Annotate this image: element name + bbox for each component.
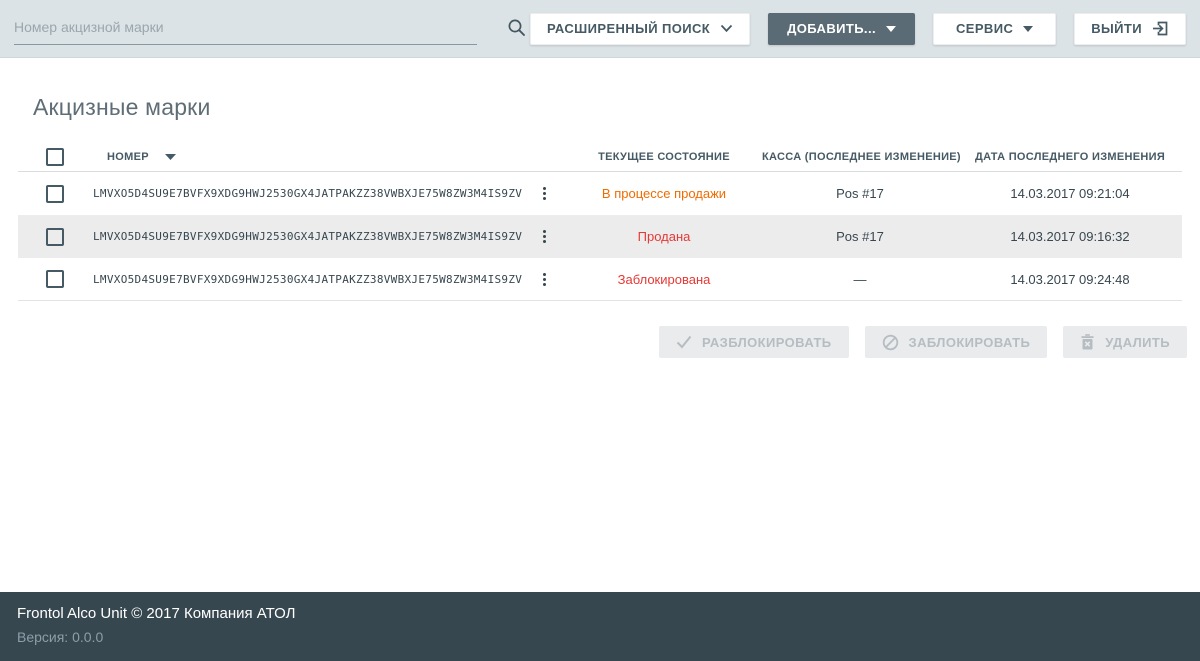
stamp-date: 14.03.2017 09:21:04 [958,186,1182,201]
row-checkbox[interactable] [46,228,64,246]
stamp-date: 14.03.2017 09:16:32 [958,229,1182,244]
add-button[interactable]: ДОБАВИТЬ... [768,13,915,45]
search-button[interactable] [503,14,530,44]
table-row: LMVXO5D4SU9E7BVFX9XDG9HWJ2530GX4JATPAKZZ… [18,258,1182,301]
delete-button[interactable]: УДАЛИТЬ [1063,326,1187,358]
table-row: LMVXO5D4SU9E7BVFX9XDG9HWJ2530GX4JATPAKZZ… [18,172,1182,215]
stamp-kassa: Pos #17 [762,229,958,244]
exit-icon [1152,20,1169,37]
logout-button[interactable]: ВЫЙТИ [1074,13,1186,45]
check-icon [676,335,692,349]
logout-button-label: ВЫЙТИ [1091,21,1142,36]
stamp-state: Продана [566,229,762,244]
block-button-label: ЗАБЛОКИРОВАТЬ [909,335,1031,350]
triangle-down-icon [1023,26,1033,32]
table-actions: РАЗБЛОКИРОВАТЬ ЗАБЛОКИРОВАТЬ [0,326,1187,358]
footer-copyright: Frontol Alco Unit © 2017 Компания АТОЛ [17,605,1183,622]
excise-stamps-table: НОМЕР ТЕКУЩЕЕ СОСТОЯНИЕ КАССА (ПОСЛЕДНЕЕ… [18,142,1182,301]
topbar-buttons: РАСШИРЕННЫЙ ПОИСК ДОБАВИТЬ... СЕРВИС ВЫЙ… [530,13,1186,45]
row-menu-kebab-icon[interactable] [537,183,552,204]
chevron-down-icon [720,24,733,33]
page-title: Акцизные марки [33,94,1200,121]
column-header-state[interactable]: ТЕКУЩЕЕ СОСТОЯНИЕ [566,151,762,163]
footer-version: Версия: 0.0.0 [17,629,1183,645]
stamp-state: В процессе продажи [566,186,762,201]
select-all-checkbox[interactable] [46,148,64,166]
advanced-search-label: РАСШИРЕННЫЙ ПОИСК [547,21,710,36]
block-icon [882,334,899,351]
stamp-number: LMVXO5D4SU9E7BVFX9XDG9HWJ2530GX4JATPAKZZ… [92,187,522,200]
sort-desc-icon[interactable] [165,151,176,163]
triangle-down-icon [886,26,896,32]
unblock-button[interactable]: РАЗБЛОКИРОВАТЬ [659,326,849,358]
stamp-date: 14.03.2017 09:24:48 [958,272,1182,287]
row-menu-kebab-icon[interactable] [537,226,552,247]
stamp-number: LMVXO5D4SU9E7BVFX9XDG9HWJ2530GX4JATPAKZZ… [92,230,522,243]
unblock-button-label: РАЗБЛОКИРОВАТЬ [702,335,832,350]
row-menu-kebab-icon[interactable] [537,269,552,290]
stamp-kassa: — [762,272,958,287]
column-header-kassa[interactable]: КАССА (ПОСЛЕДНЕЕ ИЗМЕНЕНИЕ) [762,151,958,163]
footer: Frontol Alco Unit © 2017 Компания АТОЛ В… [0,592,1200,661]
stamp-state: Заблокирована [566,272,762,287]
column-header-date[interactable]: ДАТА ПОСЛЕДНЕГО ИЗМЕНЕНИЯ [958,151,1182,163]
stamp-kassa: Pos #17 [762,186,958,201]
search-input[interactable] [14,13,477,45]
add-button-label: ДОБАВИТЬ... [787,21,876,36]
search-field-wrap [14,13,477,45]
column-header-number[interactable]: НОМЕР [107,151,149,163]
row-checkbox[interactable] [46,185,64,203]
service-button-label: СЕРВИС [956,21,1013,36]
advanced-search-button[interactable]: РАСШИРЕННЫЙ ПОИСК [530,13,750,45]
table-header-row: НОМЕР ТЕКУЩЕЕ СОСТОЯНИЕ КАССА (ПОСЛЕДНЕЕ… [18,142,1182,172]
main-content: Акцизные марки НОМЕР ТЕКУЩЕЕ СОСТОЯНИЕ К… [0,58,1200,592]
service-button[interactable]: СЕРВИС [933,13,1056,45]
trash-icon [1080,334,1095,350]
block-button[interactable]: ЗАБЛОКИРОВАТЬ [865,326,1048,358]
row-checkbox[interactable] [46,270,64,288]
stamp-number: LMVXO5D4SU9E7BVFX9XDG9HWJ2530GX4JATPAKZZ… [92,273,522,286]
search-icon [507,18,526,40]
topbar: РАСШИРЕННЫЙ ПОИСК ДОБАВИТЬ... СЕРВИС ВЫЙ… [0,0,1200,58]
delete-button-label: УДАЛИТЬ [1105,335,1170,350]
table-row: LMVXO5D4SU9E7BVFX9XDG9HWJ2530GX4JATPAKZZ… [18,215,1182,258]
